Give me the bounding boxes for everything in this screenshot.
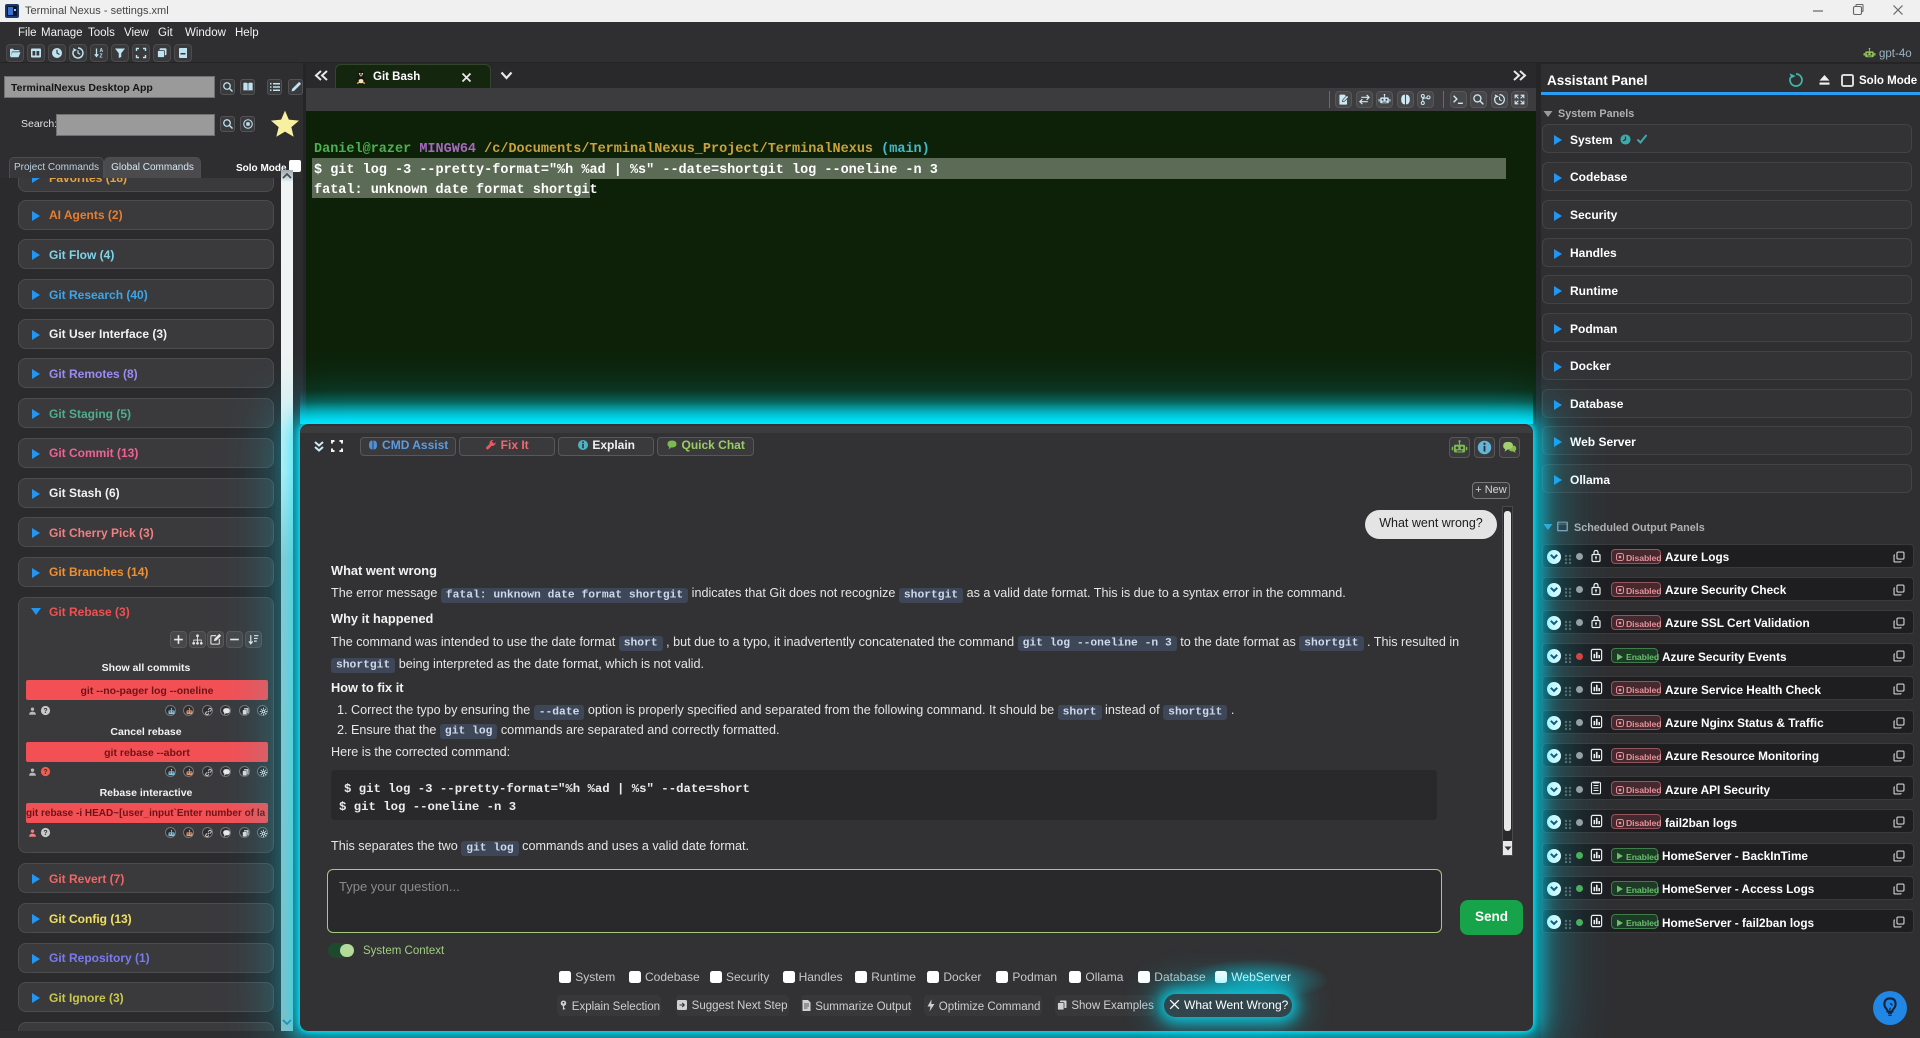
svg-text:?: ? bbox=[43, 769, 47, 776]
svg-text:A: A bbox=[100, 48, 104, 54]
svg-text:Z: Z bbox=[100, 54, 103, 60]
svg-text:?: ? bbox=[43, 830, 47, 837]
svg-text:?: ? bbox=[43, 708, 47, 715]
